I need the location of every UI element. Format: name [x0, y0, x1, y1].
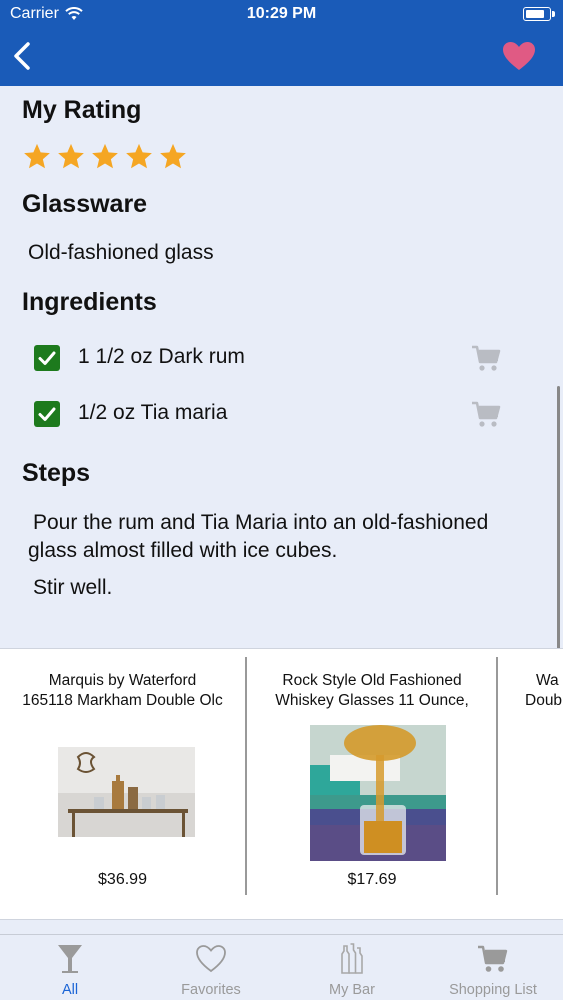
- tab-favorites[interactable]: Favorites: [141, 935, 281, 1000]
- product-title: Doub: [525, 692, 563, 709]
- clock: 10:29 PM: [246, 5, 317, 22]
- ingredient-row: 1 1/2 oz Dark rum: [34, 343, 514, 373]
- star-icon[interactable]: [124, 142, 154, 172]
- star-icon[interactable]: [56, 142, 86, 172]
- product-title: Wa: [536, 672, 559, 689]
- ingredient-checkbox[interactable]: [34, 401, 60, 427]
- tab-bar: All Favorites My Bar Shopping List: [0, 934, 563, 1000]
- ingredient-text: 1 1/2 oz Dark rum: [78, 345, 245, 368]
- martini-glass-icon: [58, 945, 82, 973]
- step-text: Stir well.: [33, 576, 113, 599]
- heart-icon: [503, 42, 535, 70]
- glassware-heading: Glassware: [22, 190, 148, 218]
- ingredient-text: 1/2 oz Tia maria: [78, 401, 228, 424]
- ingredient-row: 1/2 oz Tia maria: [34, 399, 514, 429]
- star-icon[interactable]: [90, 142, 120, 172]
- ingredient-checkbox[interactable]: [34, 345, 60, 371]
- tab-my-bar[interactable]: My Bar: [282, 935, 422, 1000]
- cart-icon: [472, 345, 501, 371]
- status-bar: Carrier 10:29 PM: [0, 0, 563, 30]
- navigation-bar: Carrier 10:29 PM: [0, 0, 563, 86]
- steps-heading: Steps: [22, 459, 91, 487]
- star-rating[interactable]: [22, 142, 188, 172]
- chevron-left-icon: [14, 42, 30, 70]
- product-card[interactable]: Wa Doub: [498, 657, 563, 897]
- product-title: Rock Style Old Fashioned: [282, 672, 462, 689]
- tab-label: Favorites: [181, 982, 241, 998]
- rating-heading: My Rating: [22, 96, 142, 124]
- tab-all[interactable]: All: [0, 935, 140, 1000]
- product-card[interactable]: Marquis by Waterford 165118 Markham Doub…: [0, 657, 245, 897]
- scrollbar[interactable]: [557, 386, 560, 651]
- ingredients-heading: Ingredients: [22, 288, 157, 316]
- favorite-button[interactable]: [501, 40, 537, 72]
- cart-icon: [472, 401, 501, 427]
- glassware-value: Old-fashioned glass: [28, 241, 214, 264]
- bottles-icon: [341, 943, 363, 974]
- tab-shopping-list[interactable]: Shopping List: [423, 935, 563, 1000]
- product-card[interactable]: Rock Style Old Fashioned Whiskey Glasses…: [247, 657, 497, 897]
- star-icon[interactable]: [158, 142, 188, 172]
- recipe-details: My Rating Glassware Old-fashioned glass …: [0, 86, 563, 651]
- product-title: Whiskey Glasses 11 Ounce,: [275, 692, 469, 709]
- product-price: $36.99: [98, 871, 147, 888]
- cart-icon: [478, 945, 508, 972]
- product-image: [310, 725, 446, 861]
- product-image: [58, 747, 195, 837]
- heart-outline-icon: [196, 945, 226, 973]
- tab-label: All: [61, 982, 79, 998]
- star-icon[interactable]: [22, 142, 52, 172]
- product-title: 165118 Markham Double Olc: [22, 692, 223, 709]
- add-to-shopping-list-button[interactable]: [470, 399, 502, 429]
- tab-label: Shopping List: [449, 982, 537, 998]
- product-price: $17.69: [347, 871, 397, 888]
- back-button[interactable]: [8, 38, 38, 74]
- product-carousel[interactable]: Marquis by Waterford 165118 Markham Doub…: [0, 648, 563, 920]
- add-to-shopping-list-button[interactable]: [470, 343, 502, 373]
- battery-icon: [523, 7, 555, 21]
- product-title: Marquis by Waterford: [48, 672, 197, 689]
- tab-label: My Bar: [329, 982, 375, 998]
- step-text: Pour the rum and Tia Maria into an old-f…: [28, 511, 489, 562]
- checkmark-icon: [38, 407, 56, 421]
- checkmark-icon: [38, 351, 56, 365]
